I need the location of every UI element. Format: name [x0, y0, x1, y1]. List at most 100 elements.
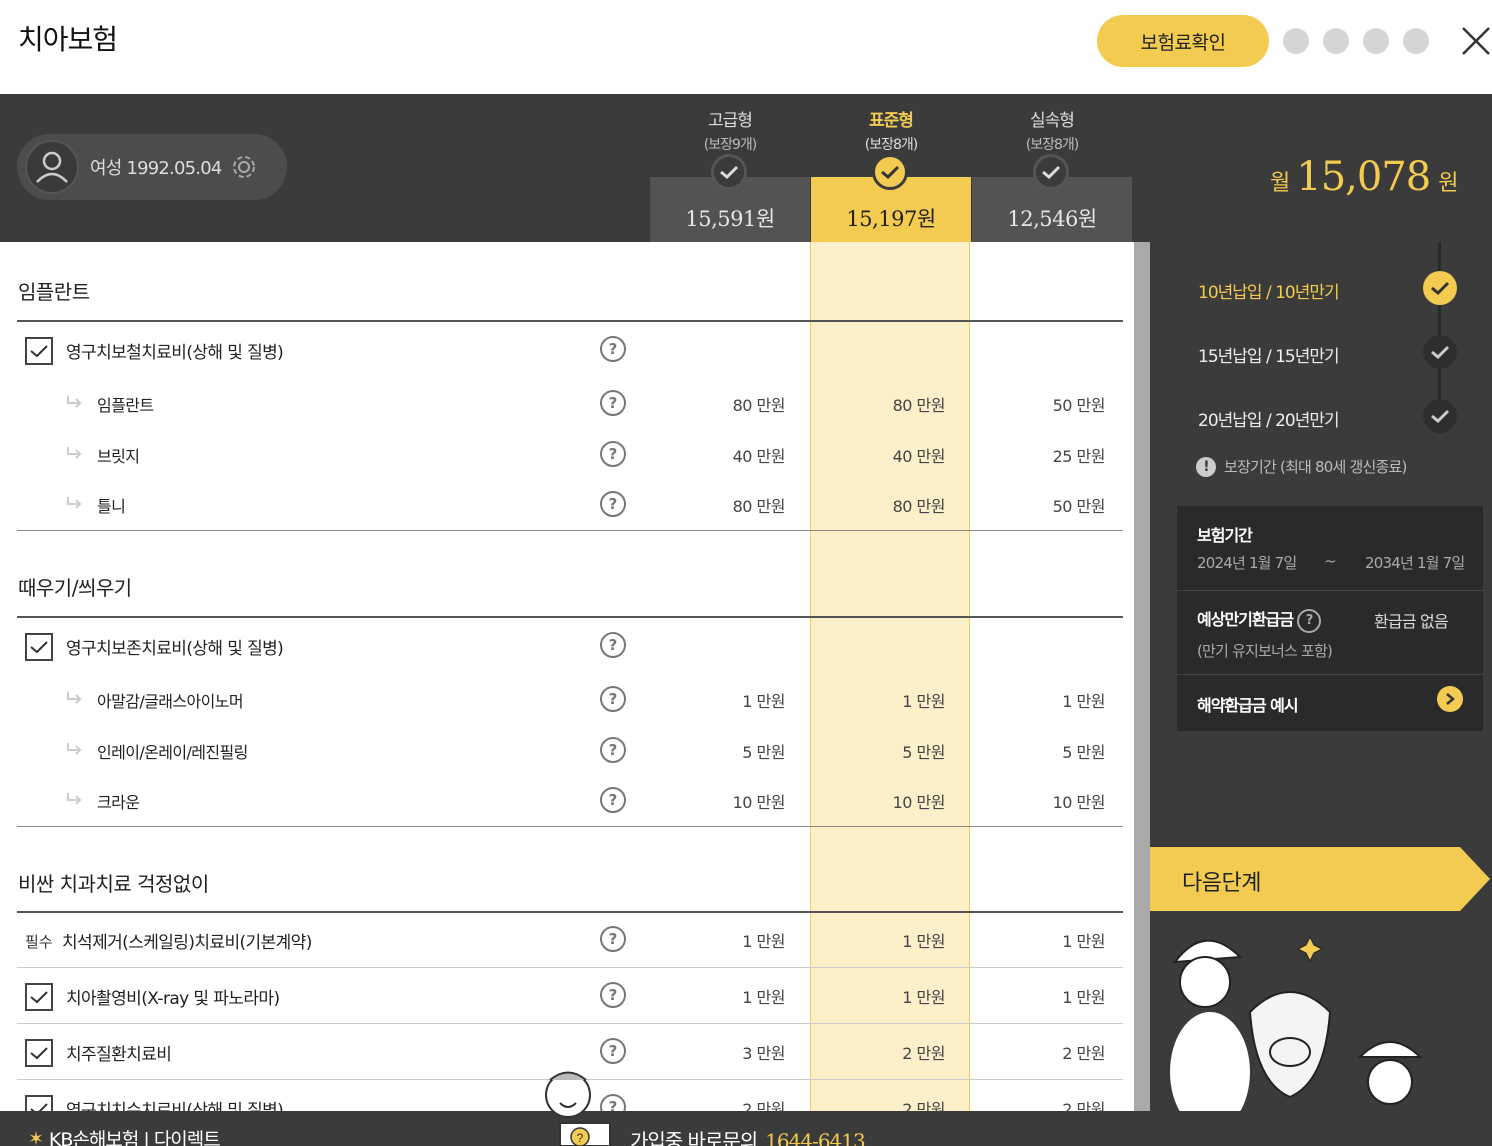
check-icon [711, 154, 747, 190]
sub-arrow-icon [67, 793, 82, 805]
value-standard: 1 만원 [902, 692, 945, 711]
coverage-sub-row: 크라운 ? 10 만원 10 만원 10 만원 [0, 775, 1134, 825]
top-bar: 치아보험 보험료확인 [0, 0, 1492, 94]
check-icon[interactable] [1423, 335, 1457, 369]
coverage-checkbox[interactable] [25, 983, 53, 1011]
coverage-label: 치주질환치료비 [66, 1045, 172, 1065]
next-step-button[interactable]: 다음단계 [1150, 847, 1492, 911]
help-icon[interactable]: ? [600, 632, 626, 658]
period-label: 보험기간 [1197, 526, 1253, 545]
period-tilde: ~ [1324, 552, 1337, 570]
coverage-sub-row: 임플란트 ? 80 만원 80 만원 50 만원 [0, 378, 1134, 428]
value-premium: 40 만원 [732, 447, 786, 466]
help-icon[interactable]: ? [600, 390, 626, 416]
term-connector-line [1438, 242, 1441, 417]
coverage-label: 아말감/글래스아이노머 [97, 692, 244, 711]
next-step-label: 다음단계 [1182, 871, 1261, 896]
coverage-checkbox[interactable] [25, 633, 53, 661]
help-icon[interactable]: ? [600, 491, 626, 517]
value-standard: 10 만원 [892, 793, 946, 812]
help-icon[interactable]: ? [600, 982, 626, 1008]
coverage-checkbox[interactable] [25, 1095, 53, 1111]
value-standard: 1 만원 [902, 988, 945, 1007]
sub-arrow-icon [67, 743, 82, 755]
coverage-label: 크라운 [97, 793, 140, 812]
coverage-checkbox[interactable] [25, 1039, 53, 1067]
sub-arrow-icon [67, 396, 82, 408]
help-icon[interactable]: ? [600, 1038, 626, 1064]
call-number[interactable]: 1644-6413 [765, 1129, 866, 1146]
period-start: 2024년 1월 7일 [1197, 554, 1297, 572]
coverage-checkbox[interactable] [25, 337, 53, 365]
section-title: 비싼 치과치료 걱정없이 [18, 872, 209, 896]
divider [17, 616, 1123, 618]
coverage-sub-row: 틀니 ? 80 만원 80 만원 50 만원 [0, 479, 1134, 529]
coverage-label: 임플란트 [97, 396, 154, 415]
term-note-text: 보장기간 (최대 80세 갱신종료) [1224, 458, 1407, 476]
value-standard: 80 만원 [892, 497, 946, 516]
section-title: 때우기/씌우기 [18, 576, 132, 600]
premium-check-button[interactable]: 보험료확인 [1097, 15, 1269, 67]
help-icon[interactable]: ? [600, 737, 626, 763]
monthly-amount: 15,078 [1296, 154, 1431, 200]
refund-value: 환급금 없음 [1374, 612, 1449, 631]
help-icon[interactable]: ? [600, 686, 626, 712]
help-icon[interactable]: ? [600, 787, 626, 813]
value-premium: 80 만원 [732, 497, 786, 516]
value-premium: 3 만원 [742, 1044, 785, 1063]
value-standard: 40 만원 [892, 447, 946, 466]
check-icon[interactable] [1423, 399, 1457, 433]
monthly-prefix: 월 [1270, 171, 1291, 196]
plan-premium[interactable]: 고급형 (보장9개) 15,591원 [650, 94, 810, 242]
divider [1177, 674, 1483, 675]
help-icon[interactable]: ? [600, 441, 626, 467]
coverage-row: 필수 치석제거(스케일링)치료비(기본계약) ? 1 만원 1 만원 1 만원 [0, 914, 1134, 964]
plan-economy[interactable]: 실속형 (보장8개) 12,546원 [972, 94, 1132, 242]
value-premium: 1 만원 [742, 932, 785, 951]
step-dot-2 [1323, 28, 1349, 54]
term-option-10y[interactable]: 10년납입 / 10년만기 [1198, 278, 1340, 303]
coverage-table: 임플란트 영구치보철치료비(상해 및 질병) ? 임플란트 ? 80 만원 80… [0, 242, 1134, 1111]
scrollbar[interactable] [1134, 242, 1150, 1111]
coverage-main-row: 영구치보존치료비(상해 및 질병) ? [0, 620, 1134, 670]
required-tag: 필수 [25, 933, 53, 951]
monthly-premium: 월 15,078 원 [1270, 154, 1458, 200]
plan-standard[interactable]: 표준형 (보장8개) 15,197원 [811, 94, 971, 242]
gear-icon[interactable] [229, 152, 259, 182]
value-premium: 2 만원 [742, 1100, 785, 1111]
step-dot-1 [1283, 28, 1309, 54]
summary-panel: 10년납입 / 10년만기 15년납입 / 15년만기 20년납입 / 20년만… [1150, 242, 1492, 1111]
cancel-refund-link[interactable]: 해약환급금 예시 [1197, 692, 1299, 716]
value-economy: 25 만원 [1052, 447, 1106, 466]
value-economy: 1 만원 [1062, 932, 1105, 951]
kb-logo[interactable]: ✶ KB손해보험 | 다이렉트 [28, 1125, 221, 1146]
help-icon[interactable]: ? [600, 336, 626, 362]
chevron-right-icon[interactable] [1437, 686, 1463, 712]
close-icon[interactable] [1460, 25, 1492, 57]
page-title: 치아보험 [18, 23, 118, 56]
sub-arrow-icon [67, 497, 82, 509]
plan-name: 실속형 [1030, 111, 1075, 131]
period-end: 2034년 1월 7일 [1365, 554, 1465, 572]
help-icon[interactable]: ? [600, 926, 626, 952]
info-icon: ! [1196, 456, 1216, 477]
value-economy: 10 만원 [1052, 793, 1106, 812]
term-option-15y[interactable]: 15년납입 / 15년만기 [1198, 342, 1340, 367]
coverage-row: 치아촬영비(X-ray 및 파노라마) ? 1 만원 1 만원 1 만원 [0, 970, 1134, 1020]
avatar [25, 140, 79, 194]
check-icon[interactable] [1423, 271, 1457, 305]
value-economy: 2 만원 [1062, 1044, 1105, 1063]
refund-label: 예상만기환급금 [1197, 610, 1294, 629]
check-icon [30, 641, 48, 654]
value-premium: 10 만원 [732, 793, 786, 812]
help-icon[interactable]: ? [1297, 608, 1322, 633]
check-icon [30, 1047, 48, 1060]
divider [17, 320, 1123, 322]
value-standard: 2 만원 [902, 1100, 945, 1111]
term-option-20y[interactable]: 20년납입 / 20년만기 [1198, 406, 1340, 431]
coverage-main-row: 영구치보철치료비(상해 및 질병) ? [0, 324, 1134, 374]
user-info-pill[interactable]: 여성 1992.05.04 [17, 134, 287, 200]
coverage-label: 브릿지 [97, 447, 140, 466]
plan-coverage-count: (보장9개) [703, 137, 757, 153]
section-title: 임플란트 [18, 280, 90, 304]
